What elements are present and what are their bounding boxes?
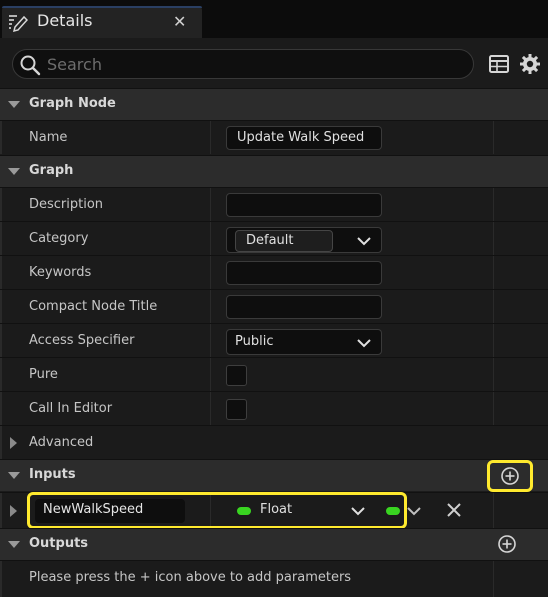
tab-title: Details [37, 11, 93, 30]
collapse-arrow-icon [8, 472, 20, 479]
category-inputs[interactable]: Inputs [0, 459, 548, 491]
chevron-down-icon[interactable] [407, 506, 421, 516]
tab-accent [2, 6, 202, 8]
highlight-param-row [27, 492, 407, 529]
category-label: Outputs [29, 536, 89, 551]
category-label: Graph [29, 163, 74, 178]
advanced-label: Advanced [29, 435, 94, 450]
expand-arrow-icon [10, 437, 17, 449]
category-graph[interactable]: Graph [0, 155, 548, 187]
category-outputs[interactable]: Outputs [0, 528, 548, 560]
collapse-arrow-icon [8, 101, 20, 108]
search-box[interactable] [12, 49, 474, 79]
collapse-arrow-icon [8, 541, 20, 548]
tab-bar: Details ✕ [0, 0, 548, 38]
property-row-pure: Pure [0, 357, 548, 391]
category-label: Inputs [29, 467, 76, 482]
category-label: Graph Node [29, 96, 116, 111]
search-icon [20, 55, 41, 76]
property-row-keywords: Keywords [0, 255, 548, 289]
property-row-call-in-editor: Call In Editor [0, 391, 548, 425]
table-view-icon[interactable] [488, 53, 510, 75]
access-specifier-dropdown[interactable]: Public [226, 329, 382, 355]
outputs-hint-row: Please press the + icon above to add par… [0, 560, 548, 597]
property-label: Access Specifier [29, 333, 135, 348]
property-label: Keywords [29, 265, 92, 280]
outputs-hint-text: Please press the + icon above to add par… [29, 570, 352, 585]
property-label: Call In Editor [29, 401, 113, 416]
description-field[interactable] [226, 193, 382, 217]
property-row-description: Description [0, 187, 548, 221]
collapse-arrow-icon [8, 168, 20, 175]
remove-param-icon[interactable] [445, 501, 463, 519]
category-combo[interactable]: Default [226, 227, 382, 253]
search-row [0, 38, 548, 90]
add-output-icon[interactable] [497, 534, 517, 554]
pure-checkbox[interactable] [226, 365, 247, 386]
property-label: Name [29, 130, 68, 145]
compact-title-field[interactable] [226, 295, 382, 319]
search-input[interactable] [47, 53, 467, 75]
advanced-expander[interactable]: Advanced [0, 425, 548, 459]
gear-icon[interactable] [518, 52, 542, 76]
name-field[interactable]: Update Walk Speed [226, 126, 382, 150]
property-row-name: Name Update Walk Speed [0, 120, 548, 154]
chevron-down-icon [357, 339, 371, 348]
property-label: Description [29, 197, 104, 212]
property-label: Compact Node Title [29, 299, 158, 314]
property-label: Pure [29, 367, 58, 382]
property-row-category: Category Default [0, 221, 548, 255]
keywords-field[interactable] [226, 261, 382, 285]
property-row-compact-title: Compact Node Title [0, 289, 548, 323]
property-row-access: Access Specifier Public [0, 323, 548, 357]
property-label: Category [29, 231, 89, 246]
add-input-icon[interactable] [500, 466, 520, 486]
pencil-details-icon [9, 15, 28, 33]
expand-arrow-icon[interactable] [10, 505, 17, 517]
tab-details[interactable]: Details ✕ [2, 6, 202, 38]
call-in-editor-checkbox[interactable] [226, 399, 247, 420]
access-value: Public [235, 334, 274, 349]
chevron-down-icon [357, 237, 371, 246]
close-icon[interactable]: ✕ [173, 12, 186, 31]
category-value[interactable]: Default [235, 230, 333, 252]
category-graph-node[interactable]: Graph Node [0, 88, 548, 120]
